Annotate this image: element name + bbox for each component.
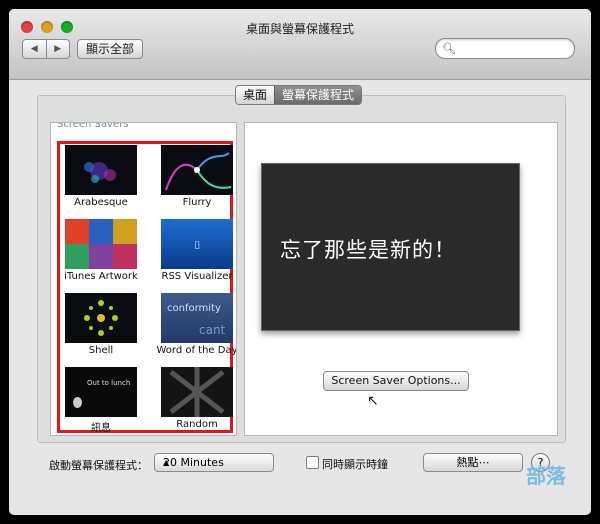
list-item-label: 訊息 <box>91 423 111 434</box>
updown-arrow-icon: ▲ <box>163 458 170 467</box>
thumb-shell[interactable] <box>65 293 137 343</box>
preview-panel: 忘了那些是新的！ Screen Saver Options... ↖ <box>244 122 558 436</box>
list-item-label: iTunes Artwork <box>64 271 138 282</box>
bottom-controls: 啟動螢幕保護程式： 20 Minutes ▲ 同時顯示時鐘 熱點⋯ ? <box>9 449 591 489</box>
list-item-label: Shell <box>88 345 114 356</box>
svg-text::  <box>195 240 200 249</box>
thumb-arabesque[interactable] <box>65 145 137 195</box>
screen-saver-group: Screen Savers Arabesque Flurry iTunes Ar… <box>37 95 566 443</box>
forward-button[interactable]: ▶ <box>47 40 70 58</box>
thumb-message[interactable]: Out to lunch <box>65 367 137 417</box>
preview-screen: 忘了那些是新的！ <box>261 163 520 331</box>
screen-saver-list[interactable]: Screen Savers Arabesque Flurry iTunes Ar… <box>50 122 237 436</box>
screen-saver-options-button[interactable]: Screen Saver Options... <box>323 371 469 391</box>
tab-desktop[interactable]: 桌面 <box>236 86 275 104</box>
show-clock-checkbox[interactable] <box>306 456 319 469</box>
thumb-rss-visualizer[interactable]:  <box>161 219 233 269</box>
tab-screen-saver[interactable]: 螢幕保護程式 <box>274 86 362 104</box>
thumb-flurry[interactable] <box>161 145 233 195</box>
start-label: 啟動螢幕保護程式： <box>49 459 148 472</box>
preferences-window: 桌面與螢幕保護程式 ◀ ▶ 顯示全部 🔍︎ 桌面 螢幕保護程式 Screen S… <box>9 9 591 515</box>
search-icon: 🔍︎ <box>442 42 456 55</box>
list-item-label: Random <box>176 419 218 430</box>
show-clock-label: 同時顯示時鐘 <box>322 458 388 471</box>
apple-icon <box>73 397 82 408</box>
title-bar: 桌面與螢幕保護程式 ◀ ▶ 顯示全部 🔍︎ <box>9 9 591 80</box>
back-button[interactable]: ◀ <box>23 40 47 58</box>
thumb-word-of-the-day[interactable]: conformity cant <box>161 293 233 343</box>
thumb-word-text: conformity <box>167 303 221 314</box>
thumb-word-text-2: cant <box>199 323 226 337</box>
list-header: Screen Savers <box>57 122 129 130</box>
hot-corners-button[interactable]: 熱點⋯ <box>423 453 523 472</box>
search-field[interactable]: 🔍︎ <box>435 38 575 59</box>
thumb-itunes-artwork[interactable] <box>65 219 137 269</box>
list-item-label: Flurry <box>182 197 212 208</box>
tab-bar: 桌面 螢幕保護程式 <box>235 85 363 105</box>
help-button[interactable]: ? <box>531 453 550 472</box>
preview-text: 忘了那些是新的！ <box>280 238 456 262</box>
start-time-select[interactable]: 20 Minutes ▲ <box>154 453 274 472</box>
list-item-label: RSS Visualizer <box>161 271 233 282</box>
nav-buttons: ◀ ▶ <box>22 39 70 59</box>
list-item-label: Word of the Day <box>156 345 237 356</box>
mouse-pointer-icon: ↖ <box>367 393 379 409</box>
thumb-random[interactable] <box>161 367 233 417</box>
window-title: 桌面與螢幕保護程式 <box>245 22 354 36</box>
thumb-message-text: Out to lunch <box>87 379 131 387</box>
list-item-label: Arabesque <box>74 197 128 208</box>
show-all-button[interactable]: 顯示全部 <box>77 39 143 59</box>
